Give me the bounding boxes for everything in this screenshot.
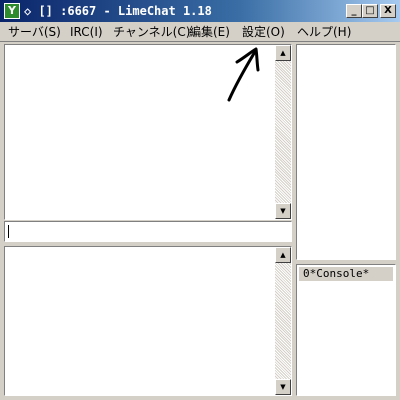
member-list[interactable]	[296, 44, 396, 260]
up-arrow-icon[interactable]: ▲	[275, 247, 291, 263]
down-arrow-icon[interactable]: ▼	[275, 379, 291, 395]
window-title: ◇ [] :6667 - LimeChat 1.18	[24, 4, 212, 18]
up-arrow-icon[interactable]: ▲	[275, 45, 291, 61]
close-button[interactable]: X	[380, 4, 396, 18]
minimize-button[interactable]: _	[346, 4, 362, 18]
menu-settings[interactable]: 設定(O)	[242, 24, 285, 40]
text-caret	[8, 225, 9, 238]
menu-bar: サーバ(S) IRC(I) チャンネル(C) 編集(E) 設定(O) ヘルプ(H…	[0, 22, 400, 42]
message-input[interactable]	[4, 221, 292, 242]
menu-edit[interactable]: 編集(E)	[189, 24, 230, 40]
console-log-panel[interactable]: ▲ ▼	[4, 246, 292, 396]
limechat-app-icon[interactable]: Y	[4, 3, 20, 19]
menu-channel[interactable]: チャンネル(C)	[113, 24, 190, 40]
channel-item-console[interactable]: 0*Console*	[299, 267, 393, 281]
down-arrow-icon[interactable]: ▼	[275, 203, 291, 219]
console-log-scrollbar[interactable]: ▲ ▼	[275, 247, 291, 395]
menu-help[interactable]: ヘルプ(H)	[297, 24, 351, 40]
menu-server[interactable]: サーバ(S)	[8, 24, 61, 40]
menu-irc[interactable]: IRC(I)	[70, 24, 103, 40]
channel-list[interactable]: 0*Console*	[296, 264, 396, 396]
maximize-button[interactable]: □	[362, 4, 378, 18]
main-log-panel[interactable]: ▲ ▼	[4, 44, 292, 220]
main-log-scrollbar[interactable]: ▲ ▼	[275, 45, 291, 219]
title-bar[interactable]: Y ◇ [] :6667 - LimeChat 1.18 _ □ X	[0, 0, 400, 22]
